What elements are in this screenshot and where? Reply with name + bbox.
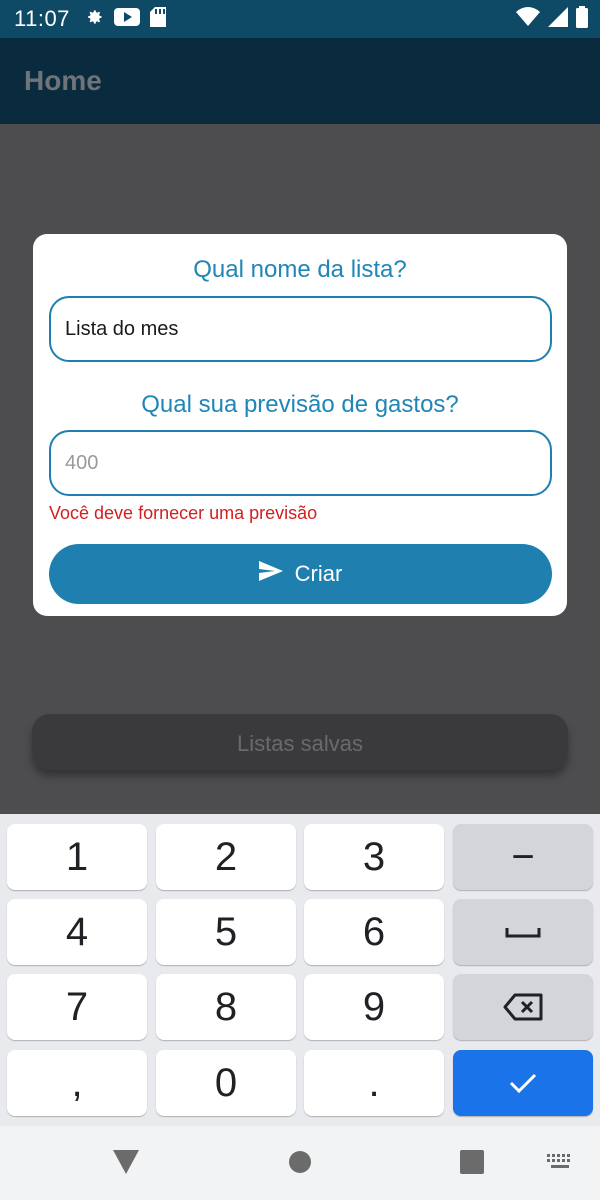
saved-lists-label: Listas salvas bbox=[237, 731, 363, 756]
key-backspace[interactable] bbox=[453, 974, 593, 1040]
app-bar: Home bbox=[0, 38, 600, 124]
key-6[interactable]: 6 bbox=[304, 899, 444, 965]
list-name-question: Qual nome da lista? bbox=[193, 256, 407, 283]
status-bar: 11:07 bbox=[0, 0, 600, 38]
key-comma[interactable]: , bbox=[7, 1050, 147, 1116]
budget-question: Qual sua previsão de gastos? bbox=[141, 391, 459, 418]
budget-error-message: Você deve fornecer uma previsão bbox=[49, 503, 318, 523]
budget-input[interactable] bbox=[65, 451, 550, 475]
create-list-dialog: Qual nome da lista? Lista do mes Qual su… bbox=[33, 234, 567, 616]
navigation-bar bbox=[0, 1126, 600, 1200]
key-7[interactable]: 7 bbox=[7, 974, 147, 1040]
key-space[interactable] bbox=[453, 899, 593, 965]
key-minus[interactable]: − bbox=[453, 824, 593, 890]
wifi-icon bbox=[516, 6, 540, 32]
key-period[interactable]: . bbox=[304, 1050, 444, 1116]
key-4[interactable]: 4 bbox=[7, 899, 147, 965]
create-button-label: Criar bbox=[294, 561, 343, 586]
send-icon bbox=[258, 561, 283, 587]
space-icon bbox=[505, 928, 541, 938]
youtube-icon bbox=[113, 7, 140, 32]
key-9[interactable]: 9 bbox=[304, 974, 444, 1040]
list-name-value: Lista do mes bbox=[65, 317, 179, 340]
signal-icon bbox=[548, 6, 568, 32]
list-name-field[interactable]: Lista do mes bbox=[49, 296, 552, 362]
keyboard-switch-icon[interactable] bbox=[540, 1146, 580, 1178]
saved-lists-button: Listas salvas bbox=[32, 714, 568, 770]
sd-card-icon bbox=[149, 6, 166, 32]
recents-icon[interactable] bbox=[452, 1146, 492, 1178]
battery-icon bbox=[576, 5, 588, 33]
key-5[interactable]: 5 bbox=[156, 899, 296, 965]
checkmark-icon bbox=[509, 1073, 537, 1094]
status-time: 11:07 bbox=[14, 6, 70, 31]
home-icon[interactable] bbox=[280, 1146, 320, 1178]
key-0[interactable]: 0 bbox=[156, 1050, 296, 1116]
key-8[interactable]: 8 bbox=[156, 974, 296, 1040]
create-button[interactable]: Criar bbox=[49, 544, 552, 604]
key-2[interactable]: 2 bbox=[156, 824, 296, 890]
numeric-keyboard: 1 2 3 − 4 5 6 7 8 9 , 0 . bbox=[0, 814, 600, 1126]
page-title: Home bbox=[24, 65, 102, 96]
backspace-icon bbox=[503, 993, 543, 1021]
key-3[interactable]: 3 bbox=[304, 824, 444, 890]
back-icon[interactable] bbox=[106, 1146, 146, 1178]
budget-field[interactable] bbox=[49, 430, 552, 496]
key-1[interactable]: 1 bbox=[7, 824, 147, 890]
gear-icon bbox=[84, 7, 104, 32]
key-done[interactable] bbox=[453, 1050, 593, 1116]
